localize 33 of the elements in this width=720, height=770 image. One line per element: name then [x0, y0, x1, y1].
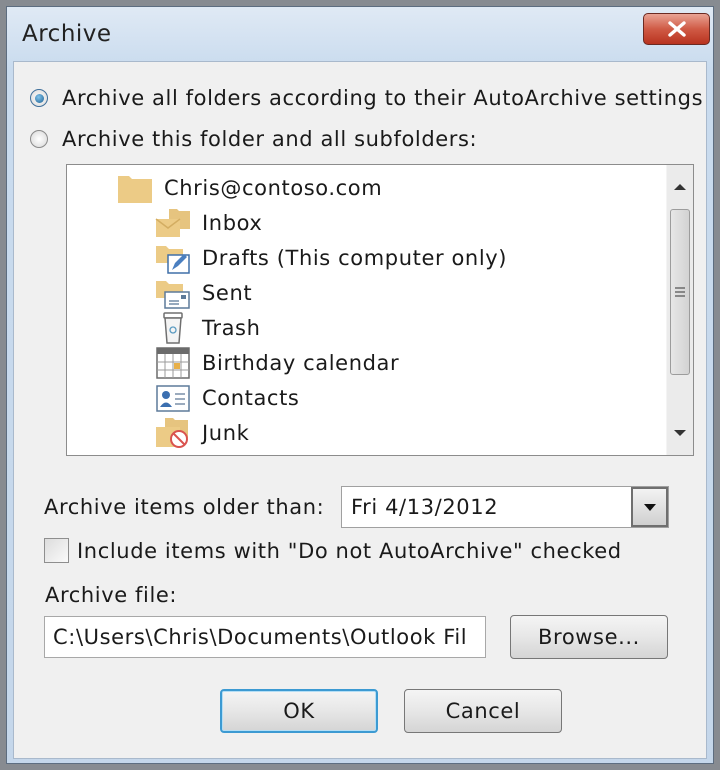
grip-icon	[674, 287, 686, 297]
radio-button[interactable]	[30, 89, 48, 107]
folder-item[interactable]: Sent	[202, 280, 252, 304]
radio-label[interactable]: Archive all folders according to their AutoArchive settings	[62, 86, 704, 110]
scrollbar-thumb[interactable]	[670, 209, 690, 375]
folder-item[interactable]: Birthday calendar	[202, 350, 400, 374]
file-path-field[interactable]: C:\Users\Chris\Documents\Outlook Fil	[44, 616, 486, 658]
window-title: Archive	[22, 21, 112, 47]
dialog-button[interactable]: Cancel	[404, 689, 562, 733]
blocked-folder-icon	[155, 416, 191, 448]
down-arrow-icon	[674, 430, 686, 436]
folder-item[interactable]: Chris@contoso.com	[164, 176, 382, 200]
radio-label[interactable]: Archive this folder and all subfolders:	[62, 127, 478, 151]
close-button[interactable]	[643, 13, 710, 45]
close-icon	[666, 21, 686, 37]
calendar-icon	[155, 346, 191, 378]
folder-item[interactable]: Inbox	[202, 210, 262, 234]
envelope-folder-icon	[155, 206, 191, 238]
archive-file-label: Archive file:	[45, 583, 178, 607]
caret-icon	[644, 504, 656, 510]
radio-button[interactable]	[30, 130, 48, 148]
browse-button[interactable]: Browse...	[510, 615, 668, 659]
folder-item[interactable]: Contacts	[202, 386, 300, 410]
checkbox-label[interactable]: Include items with "Do not AutoArchive" checked	[77, 538, 622, 562]
folder-item[interactable]: Junk	[202, 420, 250, 444]
up-arrow-icon	[674, 184, 686, 190]
date-dropdown[interactable]: Fri 4/13/2012	[341, 486, 669, 528]
older-than-label: Archive items older than:	[44, 495, 326, 519]
dialog-button[interactable]: OK	[220, 689, 378, 733]
folder-item[interactable]: Trash	[202, 316, 260, 340]
folder-item[interactable]: Drafts (This computer only)	[202, 246, 508, 270]
checkbox[interactable]	[44, 538, 69, 563]
dropdown-button[interactable]	[631, 487, 668, 527]
